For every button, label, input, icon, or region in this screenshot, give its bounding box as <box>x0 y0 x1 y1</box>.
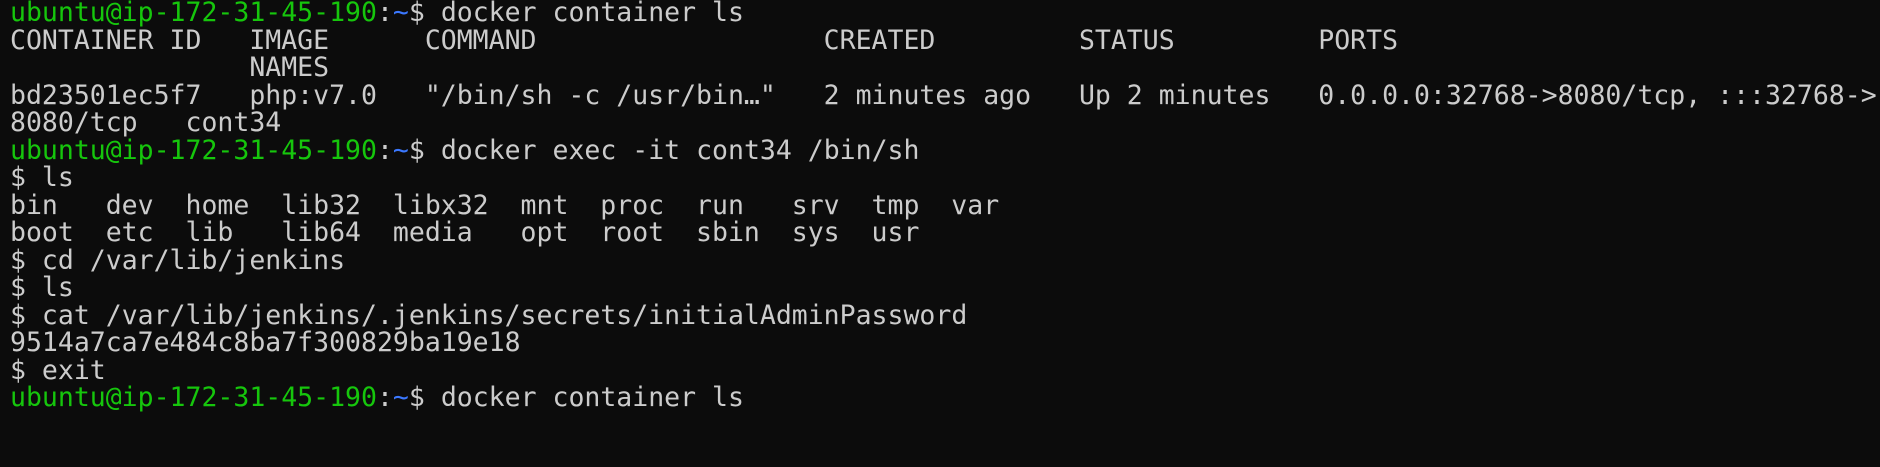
container-table-row: bd23501ec5f7 php:v7.0 "/bin/sh -c /usr/b… <box>10 80 1877 111</box>
prompt-symbol: $ <box>408 382 441 413</box>
prompt-symbol: $ <box>408 135 441 166</box>
prompt-line-docker-exec: ubuntu@ip-172-31-45-190:~$ docker exec -… <box>10 134 919 167</box>
prompt-user-host: ubuntu@ip-172-31-45-190 <box>10 382 377 413</box>
prompt-path: ~ <box>392 135 409 166</box>
prompt-line-partial: ubuntu@ip-172-31-45-190:~$ docker contai… <box>10 381 744 414</box>
prompt-colon: : <box>376 382 393 413</box>
terminal-window[interactable]: ubuntu@ip-172-31-45-190:~$ docker contai… <box>0 0 1880 467</box>
command-text: docker container ls <box>440 382 744 413</box>
command-text: cd /var/lib/jenkins <box>41 245 346 276</box>
prompt-colon: : <box>376 135 393 166</box>
prompt-path: ~ <box>392 382 409 413</box>
command-text: docker exec -it cont34 /bin/sh <box>440 135 920 166</box>
